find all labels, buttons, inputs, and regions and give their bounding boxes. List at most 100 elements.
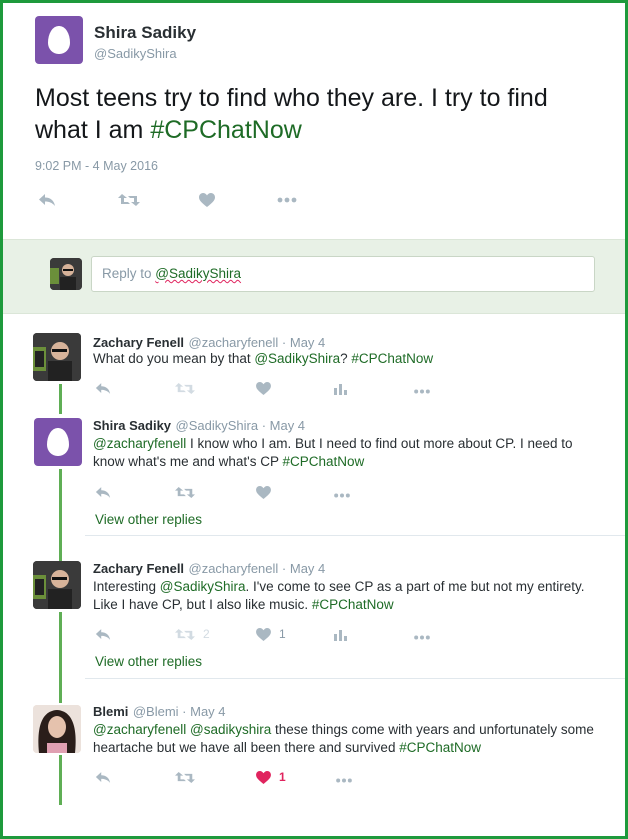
reply-4-mention-1[interactable]: @zacharyfenell	[93, 722, 186, 737]
reply-icon	[39, 194, 55, 206]
thread-line	[59, 384, 62, 414]
reply-4-header: Blemi @Blemi · May 4	[93, 703, 226, 721]
author-handle[interactable]: @SadikyShira	[94, 46, 177, 61]
more-icon	[336, 778, 352, 782]
more-icon	[334, 493, 350, 497]
reply-3-date[interactable]: May 4	[290, 561, 325, 576]
reply-2-like-button[interactable]	[256, 484, 271, 500]
tweet-frame: Shira Sadiky @SadikyShira Most teens try…	[0, 0, 628, 839]
reply-1-retweet-button[interactable]	[175, 380, 195, 396]
reply-2-more-button[interactable]	[333, 487, 351, 503]
reply-2-text: @zacharyfenell I know who I am. But I ne…	[93, 435, 598, 471]
reply-3-header: Zachary Fenell @zacharyfenell · May 4	[93, 560, 325, 578]
analytics-icon	[334, 383, 347, 395]
main-retweet-button[interactable]	[118, 192, 140, 208]
reply-4-like-count: 1	[279, 770, 286, 784]
separator: ·	[278, 335, 290, 350]
heart-icon	[256, 381, 271, 395]
reply-3-like-button[interactable]: 1	[256, 626, 286, 642]
thread-line	[59, 755, 62, 805]
reply-3-body: Interesting	[93, 579, 160, 594]
reply-4-retweet-button[interactable]	[175, 769, 195, 785]
reply-4-avatar[interactable]	[33, 705, 81, 753]
reply-4-mention-2[interactable]: @sadikyshira	[190, 722, 271, 737]
divider	[85, 678, 625, 679]
heart-icon	[256, 485, 271, 499]
reply-4-more-button[interactable]	[335, 772, 353, 788]
thread-line	[59, 612, 62, 703]
divider	[85, 535, 625, 536]
reply-4-like-button[interactable]: 1	[256, 769, 286, 785]
reply-2-hashtag[interactable]: #CPChatNow	[283, 454, 365, 469]
more-icon	[414, 635, 430, 639]
author-avatar[interactable]	[35, 16, 83, 64]
reply-1-hashtag[interactable]: #CPChatNow	[351, 351, 433, 366]
retweet-icon	[118, 194, 140, 206]
reply-3-reply-button[interactable]	[95, 626, 111, 642]
main-like-button[interactable]	[199, 192, 215, 208]
reply-icon	[95, 628, 111, 640]
egg-icon	[47, 428, 69, 456]
current-user-avatar[interactable]	[50, 258, 82, 290]
reply-2-handle[interactable]: @SadikyShira	[176, 418, 259, 433]
reply-2-name[interactable]: Shira Sadiky	[93, 418, 171, 433]
reply-1-avatar[interactable]	[33, 333, 81, 381]
user-photo-icon	[33, 333, 81, 381]
reply-1-reply-button[interactable]	[95, 380, 111, 396]
analytics-icon	[334, 629, 347, 641]
thread-line	[59, 469, 62, 561]
reply-1-more-button[interactable]	[413, 383, 431, 399]
main-reply-button[interactable]	[38, 192, 56, 208]
reply-3-name[interactable]: Zachary Fenell	[93, 561, 184, 576]
reply-1-body: What do you mean by that	[93, 351, 255, 366]
reply-2-mention[interactable]: @zacharyfenell	[93, 436, 186, 451]
user-photo-icon	[50, 258, 82, 290]
reply-1-date[interactable]: May 4	[290, 335, 325, 350]
reply-2-date[interactable]: May 4	[270, 418, 305, 433]
user-photo-icon	[33, 705, 81, 753]
reply-3-hashtag[interactable]: #CPChatNow	[312, 597, 394, 612]
main-hashtag-link[interactable]: #CPChatNow	[150, 116, 301, 144]
heart-icon	[199, 193, 215, 207]
retweet-icon	[175, 771, 195, 783]
more-icon	[277, 197, 297, 203]
reply-4-hashtag[interactable]: #CPChatNow	[399, 740, 481, 755]
reply-1-mention[interactable]: @SadikyShira	[254, 351, 340, 366]
reply-4-name[interactable]: Blemi	[93, 704, 128, 719]
reply-1-like-button[interactable]	[256, 380, 271, 396]
reply-3-more-button[interactable]	[413, 629, 431, 645]
reply-2-view-other-replies[interactable]: View other replies	[95, 512, 202, 527]
reply-3-retweet-button[interactable]: 2	[175, 626, 210, 642]
reply-3-mention[interactable]: @SadikyShira	[160, 579, 246, 594]
reply-3-avatar[interactable]	[33, 561, 81, 609]
more-icon	[414, 389, 430, 393]
reply-1-analytics-button[interactable]	[334, 380, 347, 396]
main-tweet-text: Most teens try to find who they are. I t…	[35, 82, 595, 146]
author-name[interactable]: Shira Sadiky	[94, 23, 196, 43]
reply-2-reply-button[interactable]	[95, 484, 111, 500]
reply-3-handle[interactable]: @zacharyfenell	[189, 561, 279, 576]
main-more-button[interactable]	[277, 192, 297, 208]
reply-1-handle[interactable]: @zacharyfenell	[189, 335, 279, 350]
heart-filled-icon	[256, 770, 271, 784]
reply-4-date[interactable]: May 4	[190, 704, 225, 719]
egg-icon	[48, 26, 70, 54]
reply-4-handle[interactable]: @Blemi	[133, 704, 179, 719]
reply-1-name[interactable]: Zachary Fenell	[93, 335, 184, 350]
reply-3-view-other-replies[interactable]: View other replies	[95, 654, 202, 669]
reply-3-analytics-button[interactable]	[334, 626, 347, 642]
main-timestamp[interactable]: 9:02 PM - 4 May 2016	[35, 159, 158, 173]
reply-icon	[95, 486, 111, 498]
reply-2-avatar[interactable]	[34, 418, 82, 466]
retweet-icon	[175, 486, 195, 498]
reply-4-text: @zacharyfenell @sadikyshira these things…	[93, 721, 598, 757]
reply-2-retweet-button[interactable]	[175, 484, 195, 500]
reply-3-text: Interesting @SadikyShira. I've come to s…	[93, 578, 598, 614]
retweet-icon	[175, 382, 195, 394]
reply-input[interactable]: Reply to @SadikyShira	[91, 256, 595, 292]
reply-3-like-count: 1	[279, 627, 286, 641]
reply-4-reply-button[interactable]	[95, 769, 111, 785]
separator: ·	[178, 704, 191, 719]
retweet-icon	[175, 628, 195, 640]
separator: ·	[278, 561, 290, 576]
